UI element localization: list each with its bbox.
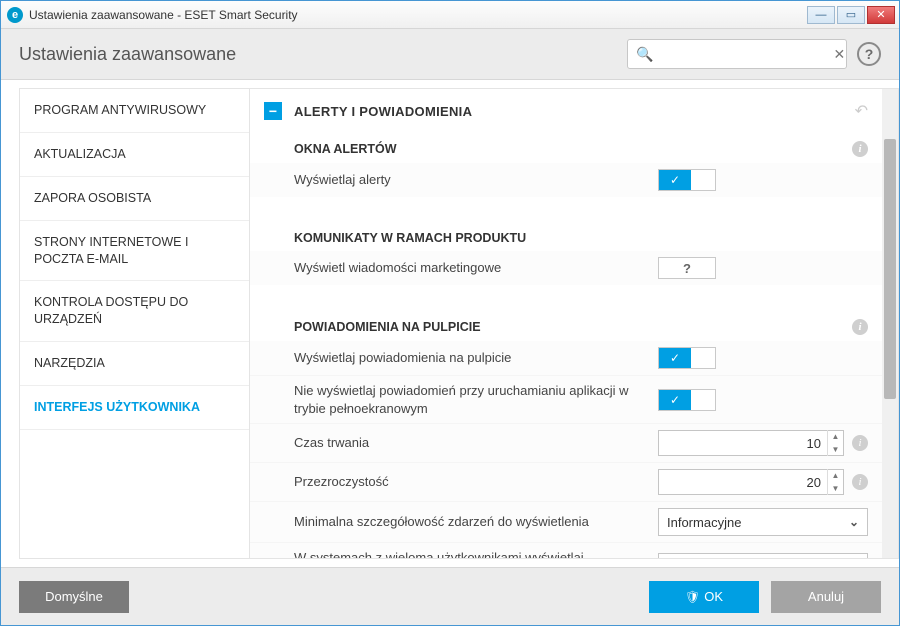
question-icon: ? — [678, 258, 697, 278]
label-multiuser: W systemach z wieloma użytkownikami wyśw… — [294, 549, 658, 558]
row-multiuser: W systemach z wieloma użytkownikami wyśw… — [250, 542, 882, 558]
info-icon[interactable]: i — [852, 141, 868, 157]
toggle-show-desktop[interactable]: ✓ — [658, 347, 716, 369]
row-marketing: Wyświetl wiadomości marketingowe ? — [250, 251, 882, 285]
label-transparency: Przezroczystość — [294, 473, 658, 491]
reset-section-icon[interactable]: ↶ — [855, 101, 868, 121]
settings-panel: − ALERTY I POWIADOMIENIA ↶ OKNA ALERTÓW … — [250, 89, 882, 558]
ok-button[interactable]: 🛡 OK — [649, 581, 759, 613]
subsection-title: OKNA ALERTÓW — [294, 142, 397, 156]
spin-down-icon[interactable]: ▼ — [828, 482, 843, 495]
spin-up-icon[interactable]: ▲ — [828, 430, 843, 443]
scrollbar-track[interactable] — [882, 89, 898, 558]
label-verbosity: Minimalna szczegółowość zdarzeń do wyświ… — [294, 513, 658, 531]
row-verbosity: Minimalna szczegółowość zdarzeń do wyświ… — [250, 501, 882, 542]
sidebar-item-firewall[interactable]: ZAPORA OSOBISTA — [20, 177, 249, 221]
check-icon: ✓ — [659, 348, 691, 368]
info-icon[interactable]: i — [852, 474, 868, 490]
row-show-desktop: Wyświetlaj powiadomienia na pulpicie ✓ — [250, 341, 882, 375]
input-multiuser[interactable] — [658, 553, 868, 558]
panel-title: ALERTY I POWIADOMIENIA — [294, 104, 472, 119]
label-fullscreen-suppress: Nie wyświetlaj powiadomień przy uruchami… — [294, 382, 658, 417]
defaults-button[interactable]: Domyślne — [19, 581, 129, 613]
sidebar-item-tools[interactable]: NARZĘDZIA — [20, 342, 249, 386]
check-icon: ✓ — [659, 170, 691, 190]
search-input[interactable] — [653, 46, 833, 63]
sidebar-item-web-email[interactable]: STRONY INTERNETOWE I POCZTA E-MAIL — [20, 221, 249, 282]
toggle-show-alerts[interactable]: ✓ — [658, 169, 716, 191]
info-icon[interactable]: i — [852, 319, 868, 335]
eset-logo-icon: e — [7, 7, 23, 23]
row-fullscreen-suppress: Nie wyświetlaj powiadomień przy uruchami… — [250, 375, 882, 423]
input-transparency[interactable]: 20 ▲ ▼ — [658, 469, 844, 495]
window-title: Ustawienia zaawansowane - ESET Smart Sec… — [29, 8, 298, 22]
spin-down-icon[interactable]: ▼ — [828, 443, 843, 456]
clear-search-icon[interactable]: ✕ — [833, 46, 845, 63]
value-duration: 10 — [659, 436, 827, 451]
input-duration[interactable]: 10 ▲ ▼ — [658, 430, 844, 456]
titlebar: e Ustawienia zaawansowane - ESET Smart S… — [1, 1, 899, 29]
label-duration: Czas trwania — [294, 434, 658, 452]
collapse-toggle[interactable]: − — [264, 102, 282, 120]
panel-header: − ALERTY I POWIADOMIENIA ↶ — [250, 89, 882, 131]
row-show-alerts: Wyświetlaj alerty ✓ — [250, 163, 882, 197]
scrollbar-thumb[interactable] — [884, 139, 896, 399]
label-show-desktop: Wyświetlaj powiadomienia na pulpicie — [294, 349, 658, 367]
search-icon: 🔍 — [636, 46, 653, 63]
sidebar-item-device-control[interactable]: KONTROLA DOSTĘPU DO URZĄDZEŃ — [20, 281, 249, 342]
select-verbosity[interactable]: Informacyjne ⌄ — [658, 508, 868, 536]
sidebar-item-user-interface[interactable]: INTERFEJS UŻYTKOWNIKA — [20, 386, 249, 430]
search-box[interactable]: 🔍 ✕ — [627, 39, 847, 69]
value-verbosity: Informacyjne — [667, 515, 849, 530]
minimize-button[interactable]: — — [807, 6, 835, 24]
subsection-alert-windows: OKNA ALERTÓW i — [250, 131, 882, 163]
sidebar: PROGRAM ANTYWIRUSOWY AKTUALIZACJA ZAPORA… — [19, 88, 249, 559]
subsection-product-messages: KOMUNIKATY W RAMACH PRODUKTU — [250, 221, 882, 251]
cancel-button[interactable]: Anuluj — [771, 581, 881, 613]
sidebar-item-update[interactable]: AKTUALIZACJA — [20, 133, 249, 177]
check-icon: ✓ — [659, 390, 691, 410]
toggle-marketing[interactable]: ? — [658, 257, 716, 279]
close-button[interactable]: ✕ — [867, 6, 895, 24]
header: Ustawienia zaawansowane 🔍 ✕ ? — [1, 29, 899, 80]
chevron-down-icon: ⌄ — [849, 515, 859, 529]
shield-icon: 🛡 — [685, 590, 700, 604]
page-title: Ustawienia zaawansowane — [19, 44, 236, 65]
subsection-title: POWIADOMIENIA NA PULPICIE — [294, 320, 481, 334]
app-window: e Ustawienia zaawansowane - ESET Smart S… — [0, 0, 900, 626]
value-transparency: 20 — [659, 475, 827, 490]
footer: Domyślne 🛡 OK Anuluj — [1, 567, 899, 625]
label-marketing: Wyświetl wiadomości marketingowe — [294, 259, 658, 277]
sidebar-item-antivirus[interactable]: PROGRAM ANTYWIRUSOWY — [20, 89, 249, 133]
subsection-title: KOMUNIKATY W RAMACH PRODUKTU — [294, 231, 526, 245]
label-show-alerts: Wyświetlaj alerty — [294, 171, 658, 189]
maximize-button[interactable]: ▭ — [837, 6, 865, 24]
row-transparency: Przezroczystość 20 ▲ ▼ i — [250, 462, 882, 501]
toggle-fullscreen-suppress[interactable]: ✓ — [658, 389, 716, 411]
help-button[interactable]: ? — [857, 42, 881, 66]
subsection-desktop-notifications: POWIADOMIENIA NA PULPICIE i — [250, 309, 882, 341]
info-icon[interactable]: i — [852, 435, 868, 451]
spin-up-icon[interactable]: ▲ — [828, 469, 843, 482]
row-duration: Czas trwania 10 ▲ ▼ i — [250, 423, 882, 462]
